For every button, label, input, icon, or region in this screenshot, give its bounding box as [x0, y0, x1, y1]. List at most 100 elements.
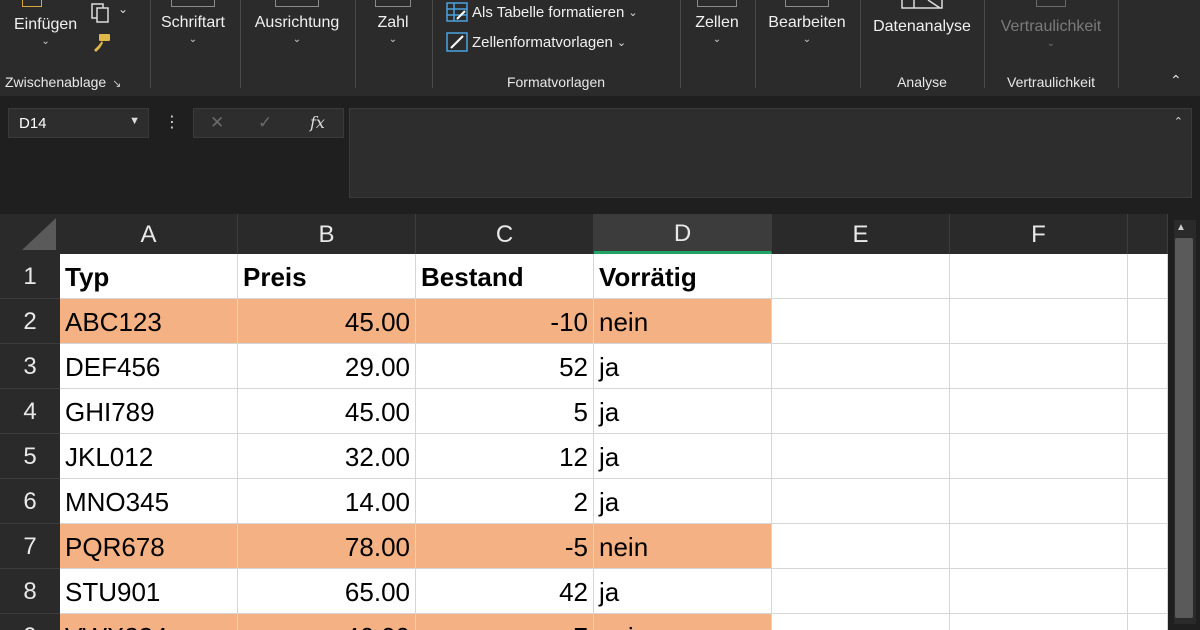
cell-f-9[interactable]: [950, 614, 1128, 630]
cell-a-7[interactable]: PQR678: [60, 524, 238, 568]
cell-d-2[interactable]: nein: [594, 299, 772, 343]
row-header[interactable]: 3: [0, 344, 60, 389]
cell-e-2[interactable]: [772, 299, 950, 343]
cell-grid[interactable]: Typ Preis Bestand Vorrätig ABC123 45.00 -10 nei…: [60, 254, 1168, 630]
cell-e-6[interactable]: [772, 479, 950, 523]
collapse-formula-bar-icon[interactable]: ⌃: [1174, 115, 1183, 128]
cell-a-8[interactable]: STU901: [60, 569, 238, 613]
cell-a-6[interactable]: MNO345: [60, 479, 238, 523]
cell-c-6[interactable]: 2: [416, 479, 594, 523]
cell-d-1[interactable]: Vorrätig: [594, 254, 772, 298]
cell-g-1[interactable]: [1128, 254, 1168, 298]
enter-icon[interactable]: ✓: [258, 113, 272, 133]
cell-a-1[interactable]: Typ: [60, 254, 238, 298]
cell-d-8[interactable]: ja: [594, 569, 772, 613]
name-box[interactable]: D14 ▼: [8, 108, 149, 138]
cell-d-3[interactable]: ja: [594, 344, 772, 388]
cell-c-1[interactable]: Bestand: [416, 254, 594, 298]
cell-c-5[interactable]: 12: [416, 434, 594, 478]
row-header[interactable]: 8: [0, 569, 60, 614]
cell-d-9[interactable]: nein: [594, 614, 772, 630]
formula-input[interactable]: ⌃: [349, 108, 1192, 198]
sensitivity-button[interactable]: Vertraulichkeit ⌄: [984, 18, 1118, 49]
format-painter-button[interactable]: [90, 32, 112, 59]
format-as-table-button[interactable]: Als Tabelle formatieren ⌄: [446, 2, 638, 22]
cell-f-8[interactable]: [950, 569, 1128, 613]
scroll-up-icon[interactable]: ▲: [1176, 222, 1186, 233]
cell-e-4[interactable]: [772, 389, 950, 433]
column-header-g[interactable]: [1128, 214, 1168, 254]
cell-c-3[interactable]: 52: [416, 344, 594, 388]
cell-g-9[interactable]: [1128, 614, 1168, 630]
cell-a-2[interactable]: ABC123: [60, 299, 238, 343]
cell-f-3[interactable]: [950, 344, 1128, 388]
cell-g-6[interactable]: [1128, 479, 1168, 523]
cell-c-2[interactable]: -10: [416, 299, 594, 343]
cancel-icon[interactable]: ✕: [210, 113, 224, 133]
cell-c-8[interactable]: 42: [416, 569, 594, 613]
cell-g-4[interactable]: [1128, 389, 1168, 433]
row-header[interactable]: 2: [0, 299, 60, 344]
vertical-scrollbar[interactable]: ▲: [1168, 214, 1200, 630]
dropdown-arrow-icon[interactable]: ▼: [129, 115, 140, 127]
cell-a-4[interactable]: GHI789: [60, 389, 238, 433]
cell-f-2[interactable]: [950, 299, 1128, 343]
cell-a-9[interactable]: VWX234: [60, 614, 238, 630]
column-header-f[interactable]: F: [950, 214, 1128, 254]
cell-e-7[interactable]: [772, 524, 950, 568]
column-header-c[interactable]: C: [416, 214, 594, 254]
cell-c-9[interactable]: -7: [416, 614, 594, 630]
row-header[interactable]: 7: [0, 524, 60, 569]
column-header-d[interactable]: D: [594, 214, 772, 254]
cell-e-5[interactable]: [772, 434, 950, 478]
cell-e-8[interactable]: [772, 569, 950, 613]
cell-g-7[interactable]: [1128, 524, 1168, 568]
cell-f-4[interactable]: [950, 389, 1128, 433]
cell-g-2[interactable]: [1128, 299, 1168, 343]
cell-e-9[interactable]: [772, 614, 950, 630]
copy-button[interactable]: ⌄: [90, 2, 128, 29]
cell-d-4[interactable]: ja: [594, 389, 772, 433]
row-header[interactable]: 5: [0, 434, 60, 479]
cell-a-5[interactable]: JKL012: [60, 434, 238, 478]
cell-g-5[interactable]: [1128, 434, 1168, 478]
cell-e-3[interactable]: [772, 344, 950, 388]
cell-b-1[interactable]: Preis: [238, 254, 416, 298]
collapse-ribbon-button[interactable]: ⌃: [1170, 72, 1182, 89]
more-options-icon[interactable]: ⋮: [164, 112, 180, 132]
editing-button[interactable]: Bearbeiten ⌄: [764, 14, 850, 45]
column-header-e[interactable]: E: [772, 214, 950, 254]
data-analysis-button[interactable]: Datenanalyse: [860, 18, 984, 36]
cell-b-9[interactable]: 46.00: [238, 614, 416, 630]
cell-b-3[interactable]: 29.00: [238, 344, 416, 388]
cell-f-7[interactable]: [950, 524, 1128, 568]
select-all-corner[interactable]: [0, 214, 60, 254]
row-header[interactable]: 4: [0, 389, 60, 434]
insert-function-icon[interactable]: fx: [310, 113, 325, 132]
cell-c-7[interactable]: -5: [416, 524, 594, 568]
column-header-b[interactable]: B: [238, 214, 416, 254]
cell-f-6[interactable]: [950, 479, 1128, 523]
paste-button[interactable]: Einfügen ⌄: [14, 16, 77, 47]
row-header[interactable]: 6: [0, 479, 60, 524]
scrollbar-thumb[interactable]: [1175, 238, 1193, 618]
cell-b-6[interactable]: 14.00: [238, 479, 416, 523]
cell-f-1[interactable]: [950, 254, 1128, 298]
alignment-button[interactable]: Ausrichtung ⌄: [250, 14, 344, 45]
cell-styles-button[interactable]: Zellenformatvorlagen ⌄: [446, 32, 626, 52]
cell-d-6[interactable]: ja: [594, 479, 772, 523]
cell-d-7[interactable]: nein: [594, 524, 772, 568]
row-header[interactable]: 1: [0, 254, 60, 299]
dialog-launcher-icon[interactable]: ↘: [112, 78, 121, 90]
column-header-a[interactable]: A: [60, 214, 238, 254]
cell-d-5[interactable]: ja: [594, 434, 772, 478]
cell-b-2[interactable]: 45.00: [238, 299, 416, 343]
cell-f-5[interactable]: [950, 434, 1128, 478]
font-button[interactable]: Schriftart ⌄: [160, 14, 226, 45]
cell-g-8[interactable]: [1128, 569, 1168, 613]
cell-b-5[interactable]: 32.00: [238, 434, 416, 478]
cells-button[interactable]: Zellen ⌄: [688, 14, 746, 45]
cell-g-3[interactable]: [1128, 344, 1168, 388]
cell-a-3[interactable]: DEF456: [60, 344, 238, 388]
cell-b-4[interactable]: 45.00: [238, 389, 416, 433]
